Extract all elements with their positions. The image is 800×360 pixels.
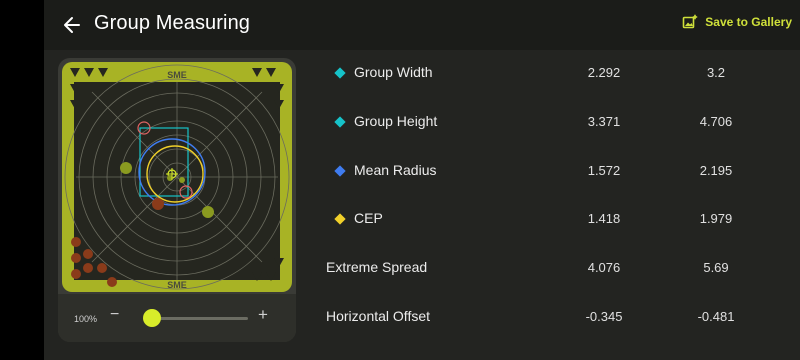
diamond-icon — [334, 116, 346, 128]
zoom-in-button[interactable]: + — [258, 305, 268, 325]
stat-value-1: 1.572 — [587, 163, 621, 178]
top-app-bar: Group Measuring Save to Gallery — [44, 0, 800, 50]
page-title: Group Measuring — [94, 12, 251, 34]
stat-value-2: 5.69 — [703, 260, 729, 275]
target-brand-bottom: SME — [167, 280, 187, 290]
stat-value-2: 2.195 — [699, 163, 733, 178]
stat-row-extreme-spread: Extreme Spread 4.076 5.69 — [314, 259, 784, 279]
add-photo-icon — [682, 14, 698, 29]
stat-label: Horizontal Offset — [326, 308, 431, 324]
zoom-controls: 100% − + — [58, 294, 296, 342]
stat-value-1: 1.418 — [587, 211, 621, 226]
target-image[interactable]: SME SME — [62, 62, 292, 292]
target-brand-top: SME — [167, 70, 187, 80]
stat-row-horizontal-offset: Horizontal Offset -0.345 -0.481 — [314, 308, 784, 328]
stat-value-2: -0.481 — [697, 309, 735, 324]
stat-row-group-height: Group Height 3.371 4.706 — [314, 113, 784, 133]
stat-value-2: 1.979 — [699, 211, 733, 226]
arrow-left-icon — [64, 17, 80, 33]
zoom-level: 100% — [74, 314, 98, 324]
back-button[interactable] — [58, 11, 86, 39]
stat-value-2: 4.706 — [699, 114, 733, 129]
stat-row-cep: CEP 1.418 1.979 — [314, 210, 784, 230]
save-label: Save to Gallery — [705, 15, 792, 29]
stat-label: Group Height — [354, 113, 438, 129]
diamond-icon — [334, 213, 346, 225]
target-card: SME SME 100% − + — [58, 58, 296, 342]
stat-label: Extreme Spread — [326, 259, 428, 275]
stat-label: Group Width — [354, 64, 433, 80]
diamond-icon — [334, 67, 346, 79]
app-window: Group Measuring Save to Gallery SME SME … — [44, 0, 800, 360]
stat-value-1: 2.292 — [587, 65, 621, 80]
zoom-slider-thumb[interactable] — [143, 309, 162, 327]
stat-value-1: 4.076 — [587, 260, 621, 275]
save-to-gallery-button[interactable]: Save to Gallery — [682, 14, 792, 30]
stat-label: CEP — [354, 210, 383, 226]
zoom-out-button[interactable]: − — [110, 306, 119, 324]
stat-value-1: -0.345 — [585, 309, 623, 324]
diamond-icon — [334, 165, 346, 177]
stat-row-group-width: Group Width 2.292 3.2 — [314, 64, 784, 84]
stat-label: Mean Radius — [354, 162, 437, 178]
stat-row-mean-radius: Mean Radius 1.572 2.195 — [314, 162, 784, 182]
stat-value-1: 3.371 — [587, 114, 621, 129]
stat-value-2: 3.2 — [706, 65, 726, 80]
